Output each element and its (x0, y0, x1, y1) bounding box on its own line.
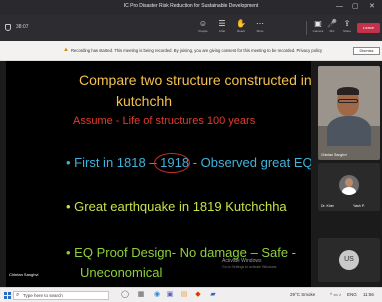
bullet-dot: • (66, 199, 75, 214)
shared-slide: Compare two structure constructed in kut… (6, 61, 311, 287)
slide-bullet-3-cont: Uneconomical (80, 265, 163, 280)
avatar (339, 175, 359, 195)
hand-icon: ✋ (236, 19, 246, 28)
participant-video-tile[interactable]: Chintan Sanghvi (318, 66, 380, 160)
recording-message: Recording has started. This meeting is b… (71, 48, 323, 53)
react-button[interactable]: ✋ React (234, 19, 248, 34)
avatar-face (345, 178, 353, 187)
close-window-button[interactable]: ✕ (369, 2, 375, 12)
participant-body (327, 116, 371, 146)
weather-widget[interactable]: 29°C Smoke (290, 292, 315, 297)
file-explorer-icon[interactable]: ▤ (180, 291, 188, 299)
more-button[interactable]: ⋯ More (253, 19, 267, 34)
participant-name: Chintan Sanghvi (321, 153, 347, 157)
avatar-body (342, 187, 356, 195)
participant-name-secondary: Yash P. (353, 204, 365, 208)
teams-icon[interactable]: ▣ (166, 291, 174, 299)
word-icon[interactable]: ▰ (209, 291, 217, 299)
participant-tile[interactable]: US (318, 238, 380, 282)
participant-glasses (338, 99, 358, 103)
activation-watermark: Activate Windows (222, 258, 262, 264)
meeting-timer: 38:07 (16, 24, 29, 30)
shield-icon (5, 24, 11, 31)
more-label: More (256, 29, 264, 33)
meeting-stage: Compare two structure constructed in kut… (0, 61, 382, 287)
bullet1-pre: First in 1818 – (74, 155, 161, 170)
react-label: React (237, 29, 245, 33)
share-button[interactable]: ⇪ Share (340, 19, 354, 34)
slide-assumption: Assume - Life of structures 100 years (73, 115, 256, 127)
warning-icon: ▲ (63, 47, 69, 53)
window-title-bar: IC Pro Disaster Risk Reduction for Susta… (0, 0, 382, 15)
windows-start-icon[interactable] (4, 292, 11, 299)
taskbar-search[interactable]: ⌕ Type here to search (13, 291, 109, 300)
bullet-dot: • (66, 245, 75, 260)
annotation-circle (154, 153, 190, 173)
task-view-icon[interactable]: ◯ (121, 291, 129, 299)
window-title: IC Pro Disaster Risk Reduction for Susta… (123, 3, 259, 9)
slide-bullet-2: • Great earthquake in 1819 Kutchchha (66, 199, 287, 214)
dismiss-button[interactable]: Dismiss (353, 47, 380, 55)
chat-button[interactable]: ☰ Chat (215, 19, 229, 34)
participant-tile[interactable]: Dr. Kher Yash P. (318, 163, 380, 211)
bullet1-post: - Observed great EQ (189, 155, 311, 170)
bullet2-text: Great earthquake in 1819 Kutchchha (74, 199, 287, 214)
microphone-icon: 🎤 (327, 19, 337, 28)
slide-title-line2: kutchchh (116, 93, 173, 109)
participant-name: Dr. Kher (321, 204, 334, 208)
tray-icons[interactable]: ^ ▭ ♪ (330, 292, 341, 298)
clock[interactable]: 11:56 (363, 292, 374, 297)
camera-button[interactable]: ▣ Camera (311, 19, 325, 34)
recording-banner: ▲ Recording has started. This meeting is… (0, 41, 382, 61)
avatar-initials: US (339, 250, 359, 270)
edge-icon[interactable]: ◉ (153, 291, 161, 299)
maximize-button[interactable]: ▢ (352, 2, 359, 12)
presenter-name: Chintan Sanghvi (9, 272, 39, 277)
bullet-dot: • (66, 155, 75, 170)
camera-label: Camera (312, 29, 324, 33)
leave-button[interactable]: Leave (357, 23, 380, 33)
camera-icon: ▣ (314, 19, 322, 28)
search-icon: ⌕ (16, 292, 20, 298)
language-indicator[interactable]: ENG (347, 292, 357, 297)
share-label: Share (342, 29, 351, 33)
toolbar-divider (306, 21, 307, 35)
mic-label: Mic (329, 29, 335, 33)
slide-bullet-1: • First in 1818 – 1918 - Observed great … (66, 153, 311, 173)
windows-taskbar: ⌕ Type here to search ◯ ▦ ◉ ▣ ▤ ◆ ▰ 29°C… (0, 287, 382, 302)
bullet3-text: EQ Proof Design- No damage – Safe - (74, 245, 297, 260)
meeting-toolbar: 38:07 ☺ People ☰ Chat ✋ React ⋯ More ▣ C… (0, 15, 382, 41)
mic-button[interactable]: 🎤 Mic (325, 19, 339, 34)
ellipsis-icon: ⋯ (256, 19, 264, 28)
people-button[interactable]: ☺ People (196, 19, 210, 34)
chat-label: Chat (218, 29, 226, 33)
chat-icon: ☰ (218, 19, 226, 28)
widgets-icon[interactable]: ▦ (137, 291, 145, 299)
people-icon: ☺ (198, 19, 208, 28)
search-placeholder: Type here to search (23, 293, 63, 298)
share-icon: ⇪ (343, 19, 351, 28)
participant-hair (337, 87, 359, 95)
office-icon[interactable]: ◆ (194, 291, 202, 299)
slide-bullet-3: • EQ Proof Design- No damage – Safe - (66, 245, 296, 260)
slide-title-line1: Compare two structure constructed in (79, 72, 311, 88)
minimize-button[interactable]: — (336, 2, 343, 12)
people-label: People (198, 29, 208, 33)
activation-watermark-sub: Go to Settings to activate Windows. (222, 265, 278, 269)
